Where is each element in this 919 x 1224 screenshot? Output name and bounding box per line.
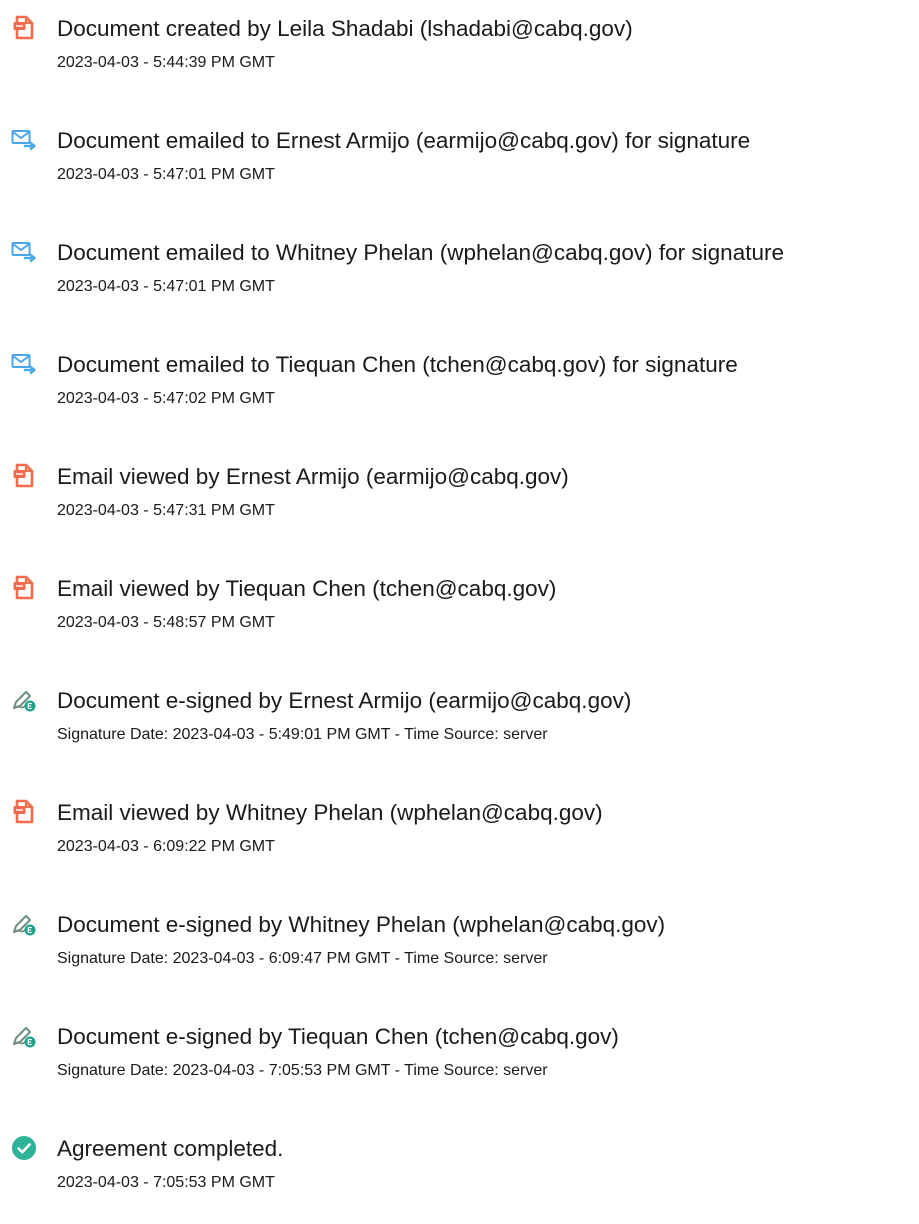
email-sent-icon — [11, 351, 37, 377]
event-timestamp: 2023-04-03 - 5:48:57 PM GMT — [57, 614, 275, 631]
history-event: Document e-signed by Whitney Phelan (wph… — [0, 911, 919, 991]
signature-date: Signature Date: 2023-04-03 - 6:09:47 PM … — [57, 950, 548, 967]
signature-date: Signature Date: 2023-04-03 - 7:05:53 PM … — [57, 1062, 548, 1079]
event-title: Document emailed to Whitney Phelan (wphe… — [57, 240, 784, 265]
email-viewed-icon — [11, 463, 37, 489]
e-sign-icon — [11, 1023, 37, 1049]
event-timestamp: 2023-04-03 - 7:05:53 PM GMT — [57, 1174, 275, 1191]
check-circle-icon — [11, 1135, 37, 1161]
email-sent-icon — [11, 239, 37, 265]
email-sent-icon — [11, 127, 37, 153]
email-viewed-icon — [11, 799, 37, 825]
history-event: Document e-signed by Ernest Armijo (earm… — [0, 687, 919, 767]
event-timestamp: 2023-04-03 - 6:09:22 PM GMT — [57, 838, 275, 855]
history-event: Email viewed by Whitney Phelan (wphelan@… — [0, 799, 919, 879]
event-title: Document emailed to Tiequan Chen (tchen@… — [57, 352, 738, 377]
document-created-icon — [11, 15, 37, 41]
history-event: Email viewed by Ernest Armijo (earmijo@c… — [0, 463, 919, 543]
event-title: Document e-signed by Ernest Armijo (earm… — [57, 688, 632, 713]
event-title: Email viewed by Tiequan Chen (tchen@cabq… — [57, 576, 557, 601]
history-event: Email viewed by Tiequan Chen (tchen@cabq… — [0, 575, 919, 655]
event-title: Agreement completed. — [57, 1136, 284, 1161]
event-title: Document e-signed by Tiequan Chen (tchen… — [57, 1024, 619, 1049]
history-event: Document emailed to Whitney Phelan (wphe… — [0, 239, 919, 319]
event-timestamp: 2023-04-03 - 5:47:31 PM GMT — [57, 502, 275, 519]
history-event: Document created by Leila Shadabi (lshad… — [0, 15, 919, 95]
e-sign-icon — [11, 911, 37, 937]
event-title: Email viewed by Ernest Armijo (earmijo@c… — [57, 464, 569, 489]
history-event: Agreement completed. 2023-04-03 - 7:05:5… — [0, 1135, 919, 1215]
event-title: Email viewed by Whitney Phelan (wphelan@… — [57, 800, 603, 825]
event-timestamp: 2023-04-03 - 5:44:39 PM GMT — [57, 54, 275, 71]
signature-date: Signature Date: 2023-04-03 - 5:49:01 PM … — [57, 726, 548, 743]
history-event: Document e-signed by Tiequan Chen (tchen… — [0, 1023, 919, 1103]
event-title: Document e-signed by Whitney Phelan (wph… — [57, 912, 666, 937]
email-viewed-icon — [11, 575, 37, 601]
event-timestamp: 2023-04-03 - 5:47:02 PM GMT — [57, 390, 275, 407]
event-title: Document emailed to Ernest Armijo (earmi… — [57, 128, 751, 153]
event-timestamp: 2023-04-03 - 5:47:01 PM GMT — [57, 278, 275, 295]
e-sign-icon — [11, 687, 37, 713]
history-event: Document emailed to Tiequan Chen (tchen@… — [0, 351, 919, 431]
event-title: Document created by Leila Shadabi (lshad… — [57, 16, 633, 41]
event-timestamp: 2023-04-03 - 5:47:01 PM GMT — [57, 166, 275, 183]
history-event: Document emailed to Ernest Armijo (earmi… — [0, 127, 919, 207]
